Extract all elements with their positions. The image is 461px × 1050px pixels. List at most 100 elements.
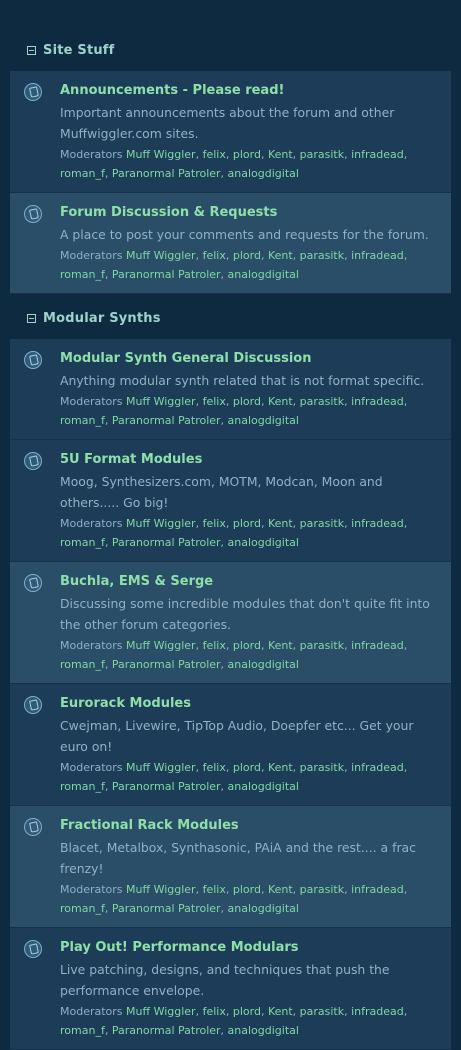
moderator-link[interactable]: parasitk bbox=[300, 639, 344, 652]
moderator-link[interactable]: Kent bbox=[268, 249, 293, 262]
moderator-link[interactable]: parasitk bbox=[300, 883, 344, 896]
moderator-link[interactable]: Paranormal Patroler bbox=[112, 268, 221, 281]
moderator-link[interactable]: analogdigital bbox=[228, 167, 299, 180]
moderator-link[interactable]: infradead bbox=[351, 761, 404, 774]
moderator-link[interactable]: infradead bbox=[351, 639, 404, 652]
moderator-link[interactable]: Kent bbox=[268, 883, 293, 896]
moderator-link[interactable]: felix bbox=[203, 148, 226, 161]
moderator-link[interactable]: infradead bbox=[351, 883, 404, 896]
moderator-link[interactable]: Paranormal Patroler bbox=[112, 658, 221, 671]
forum-row: Fractional Rack Modules Blacet, Metalbox… bbox=[10, 806, 451, 928]
moderator-link[interactable]: Kent bbox=[268, 148, 293, 161]
moderator-link[interactable]: parasitk bbox=[300, 249, 344, 262]
moderator-link[interactable]: plord bbox=[233, 883, 261, 896]
moderator-link[interactable]: roman_f bbox=[60, 268, 105, 281]
forum-title-link[interactable]: Eurorack Modules bbox=[60, 694, 441, 713]
moderator-link[interactable]: infradead bbox=[351, 148, 404, 161]
moderator-link[interactable]: Paranormal Patroler bbox=[112, 167, 221, 180]
moderator-link[interactable]: Muff Wiggler bbox=[126, 249, 196, 262]
category-title[interactable]: Modular Synths bbox=[43, 311, 161, 326]
forum-title-link[interactable]: Forum Discussion & Requests bbox=[60, 203, 441, 222]
moderator-link[interactable]: Paranormal Patroler bbox=[112, 414, 221, 427]
moderator-link[interactable]: Paranormal Patroler bbox=[112, 780, 221, 793]
forum-description: Important announcements about the forum … bbox=[60, 105, 395, 141]
moderator-link[interactable]: plord bbox=[233, 395, 261, 408]
moderator-link[interactable]: parasitk bbox=[300, 761, 344, 774]
moderator-link[interactable]: infradead bbox=[351, 395, 404, 408]
forum-description: Moog, Synthesizers.com, MOTM, Modcan, Mo… bbox=[60, 474, 383, 510]
forum-title-link[interactable]: Announcements - Please read! bbox=[60, 81, 441, 100]
forum-title-link[interactable]: Modular Synth General Discussion bbox=[60, 349, 441, 368]
moderator-link[interactable]: analogdigital bbox=[228, 268, 299, 281]
moderator-link[interactable]: Muff Wiggler bbox=[126, 639, 196, 652]
moderator-link[interactable]: plord bbox=[233, 1005, 261, 1018]
moderator-link[interactable]: roman_f bbox=[60, 414, 105, 427]
moderator-link[interactable]: plord bbox=[233, 148, 261, 161]
moderator-link[interactable]: plord bbox=[233, 761, 261, 774]
forum-icon bbox=[24, 351, 42, 369]
forum-row: Eurorack Modules Cwejman, Livewire, TipT… bbox=[10, 684, 451, 806]
moderators: Moderators Muff Wiggler, felix, plord, K… bbox=[60, 883, 408, 915]
forum-description: Anything modular synth related that is n… bbox=[60, 373, 425, 388]
moderator-link[interactable]: felix bbox=[203, 761, 226, 774]
forum-row: Modular Synth General Discussion Anythin… bbox=[10, 339, 451, 440]
moderators-label: Moderators bbox=[60, 148, 123, 161]
moderator-link[interactable]: Kent bbox=[268, 761, 293, 774]
moderator-link[interactable]: Muff Wiggler bbox=[126, 395, 196, 408]
moderator-link[interactable]: felix bbox=[203, 883, 226, 896]
moderator-link[interactable]: analogdigital bbox=[228, 902, 299, 915]
forum-title-link[interactable]: Buchla, EMS & Serge bbox=[60, 572, 441, 591]
moderator-link[interactable]: plord bbox=[233, 249, 261, 262]
moderator-link[interactable]: felix bbox=[203, 639, 226, 652]
moderators-label: Moderators bbox=[60, 395, 123, 408]
moderator-link[interactable]: Muff Wiggler bbox=[126, 1005, 196, 1018]
category-header[interactable]: Site Stuff bbox=[0, 38, 461, 63]
moderator-link[interactable]: parasitk bbox=[300, 148, 344, 161]
moderator-link[interactable]: Muff Wiggler bbox=[126, 883, 196, 896]
moderator-link[interactable]: roman_f bbox=[60, 1024, 105, 1037]
category-header[interactable]: Modular Synths bbox=[0, 306, 461, 331]
moderator-link[interactable]: roman_f bbox=[60, 658, 105, 671]
moderator-link[interactable]: roman_f bbox=[60, 780, 105, 793]
moderator-link[interactable]: Muff Wiggler bbox=[126, 517, 196, 530]
collapse-icon[interactable] bbox=[27, 314, 36, 323]
forum-title-link[interactable]: 5U Format Modules bbox=[60, 450, 441, 469]
moderator-link[interactable]: felix bbox=[203, 517, 226, 530]
moderator-link[interactable]: Muff Wiggler bbox=[126, 761, 196, 774]
moderator-link[interactable]: infradead bbox=[351, 249, 404, 262]
moderator-link[interactable]: infradead bbox=[351, 1005, 404, 1018]
moderator-link[interactable]: parasitk bbox=[300, 395, 344, 408]
moderator-link[interactable]: Kent bbox=[268, 517, 293, 530]
forum-title-link[interactable]: Fractional Rack Modules bbox=[60, 816, 441, 835]
moderator-link[interactable]: felix bbox=[203, 1005, 226, 1018]
moderator-link[interactable]: Kent bbox=[268, 395, 293, 408]
category-title[interactable]: Site Stuff bbox=[43, 43, 115, 58]
moderator-link[interactable]: plord bbox=[233, 639, 261, 652]
moderator-link[interactable]: analogdigital bbox=[228, 536, 299, 549]
moderator-link[interactable]: roman_f bbox=[60, 902, 105, 915]
moderator-link[interactable]: analogdigital bbox=[228, 1024, 299, 1037]
moderators-label: Moderators bbox=[60, 883, 123, 896]
moderators-label: Moderators bbox=[60, 517, 123, 530]
moderator-link[interactable]: analogdigital bbox=[228, 658, 299, 671]
moderator-link[interactable]: parasitk bbox=[300, 1005, 344, 1018]
moderator-link[interactable]: roman_f bbox=[60, 167, 105, 180]
forum-title-link[interactable]: Play Out! Performance Modulars bbox=[60, 938, 441, 957]
moderator-link[interactable]: analogdigital bbox=[228, 780, 299, 793]
moderator-link[interactable]: Muff Wiggler bbox=[126, 148, 196, 161]
moderator-link[interactable]: felix bbox=[203, 249, 226, 262]
moderator-link[interactable]: Kent bbox=[268, 639, 293, 652]
moderator-link[interactable]: felix bbox=[203, 395, 226, 408]
moderator-link[interactable]: plord bbox=[233, 517, 261, 530]
moderator-link[interactable]: parasitk bbox=[300, 517, 344, 530]
moderator-link[interactable]: Paranormal Patroler bbox=[112, 1024, 221, 1037]
collapse-icon[interactable] bbox=[27, 46, 36, 55]
moderator-link[interactable]: Paranormal Patroler bbox=[112, 536, 221, 549]
moderator-link[interactable]: analogdigital bbox=[228, 414, 299, 427]
moderator-link[interactable]: roman_f bbox=[60, 536, 105, 549]
forum-icon bbox=[24, 83, 42, 101]
moderators: Moderators Muff Wiggler, felix, plord, K… bbox=[60, 395, 408, 427]
moderator-link[interactable]: Paranormal Patroler bbox=[112, 902, 221, 915]
moderator-link[interactable]: Kent bbox=[268, 1005, 293, 1018]
moderator-link[interactable]: infradead bbox=[351, 517, 404, 530]
